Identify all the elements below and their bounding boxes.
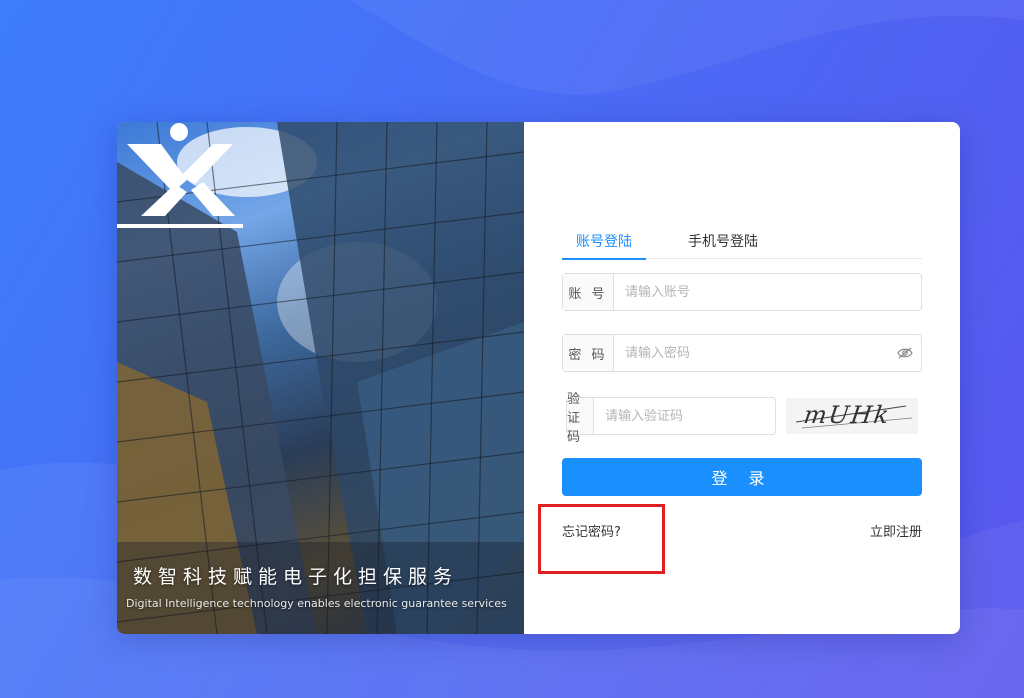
password-label: 密 码: [563, 335, 614, 371]
tab-account-login[interactable]: 账号登陆: [562, 231, 646, 260]
password-input[interactable]: [614, 335, 889, 371]
register-link[interactable]: 立即注册: [870, 521, 922, 540]
captcha-input[interactable]: [594, 398, 775, 434]
account-input[interactable]: [614, 274, 921, 310]
captcha-label: 验证码: [567, 392, 594, 445]
captcha-field: 验证码: [566, 392, 776, 445]
highlight-box: [538, 504, 665, 574]
slogan-chinese: 数智科技赋能电子化担保服务: [133, 566, 459, 588]
account-label: 账 号: [563, 274, 614, 310]
hero-image: 数智科技赋能电子化担保服务 Digital Intelligence techn…: [117, 122, 524, 634]
captcha-image[interactable]: mUHk: [786, 398, 918, 434]
brand-logo-icon: [117, 123, 243, 228]
account-field: 账 号: [562, 273, 922, 311]
tab-phone-login[interactable]: 手机号登陆: [680, 231, 766, 259]
login-tabs: 账号登陆 手机号登陆: [562, 229, 922, 260]
password-field: 密 码: [562, 334, 922, 372]
eye-hidden-icon[interactable]: [889, 347, 921, 359]
captcha-text: mUHk: [802, 401, 893, 429]
slogan-english: Digital Intelligence technology enables …: [126, 597, 507, 610]
login-button[interactable]: 登 录: [562, 458, 922, 496]
